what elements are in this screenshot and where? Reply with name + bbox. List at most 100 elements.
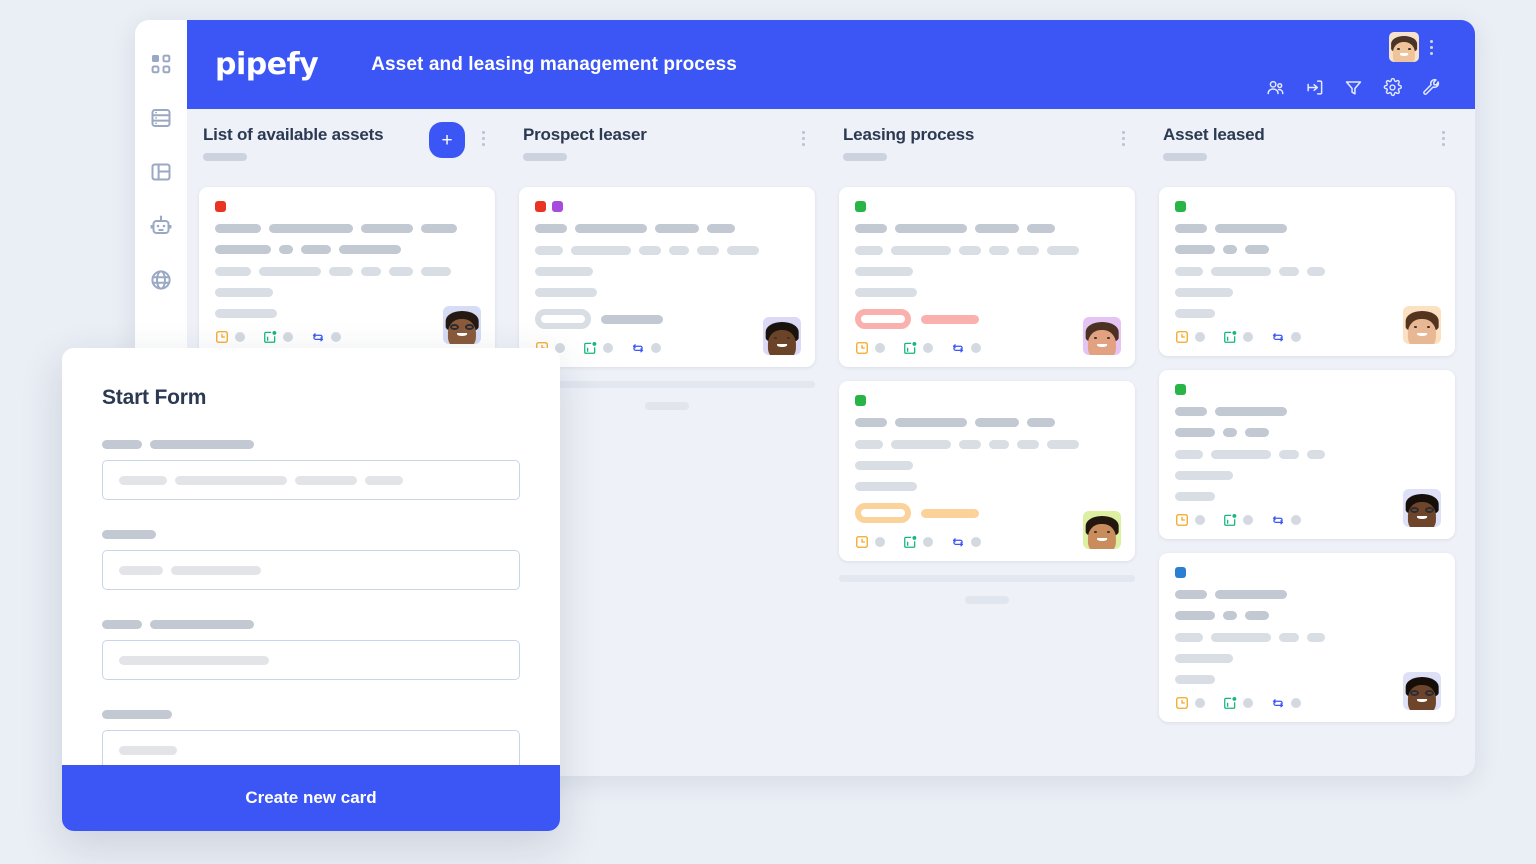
meta-value-placeholder — [603, 343, 613, 353]
database-icon[interactable] — [149, 106, 173, 130]
import-icon[interactable] — [1305, 78, 1324, 97]
form-input-3[interactable] — [102, 640, 520, 680]
card-labels — [1175, 201, 1439, 212]
card-assignee-avatar[interactable] — [763, 317, 801, 355]
checklist-calendar-icon[interactable] — [1223, 696, 1237, 710]
card-labels — [855, 395, 1119, 406]
column-dropzone[interactable] — [519, 381, 815, 410]
card-meta — [1175, 513, 1439, 527]
gear-icon[interactable] — [1383, 78, 1402, 97]
column-header: List of available assets + — [199, 122, 495, 187]
card-body-skeleton — [1175, 450, 1439, 501]
form-input-2[interactable] — [102, 550, 520, 590]
checklist-calendar-icon[interactable] — [903, 341, 917, 355]
checklist-calendar-icon[interactable] — [263, 330, 277, 344]
dropzone-pill — [645, 402, 689, 410]
column-title: Prospect leaser — [523, 125, 647, 144]
card[interactable] — [1159, 187, 1455, 356]
status-badge-text-placeholder — [921, 314, 979, 324]
card-assignee-avatar[interactable] — [1403, 489, 1441, 527]
due-date-clock-icon[interactable] — [855, 341, 869, 355]
form-input-1[interactable] — [102, 460, 520, 500]
label-chip — [535, 201, 546, 212]
meta-value-placeholder — [971, 537, 981, 547]
members-icon[interactable] — [1266, 78, 1285, 97]
label-chip — [552, 201, 563, 212]
card-assignee-avatar[interactable] — [1403, 672, 1441, 710]
add-card-button[interactable]: + — [429, 122, 465, 158]
card-badge-row — [855, 503, 1119, 523]
column-more-menu[interactable] — [1435, 127, 1451, 149]
due-date-clock-icon[interactable] — [1175, 696, 1189, 710]
card-badge-row — [535, 309, 799, 329]
connected-cards-icon[interactable] — [311, 330, 325, 344]
grid-dashboard-icon[interactable] — [149, 52, 173, 76]
card[interactable] — [1159, 553, 1455, 722]
field-label-placeholder — [102, 710, 520, 719]
avatar[interactable] — [1389, 32, 1419, 62]
card-assignee-avatar[interactable] — [1083, 511, 1121, 549]
card[interactable] — [839, 381, 1135, 561]
column-dropzone[interactable] — [839, 575, 1135, 604]
robot-automation-icon[interactable] — [149, 214, 173, 238]
card[interactable] — [519, 187, 815, 367]
meta-value-placeholder — [1195, 332, 1205, 342]
column-leasing-process: Leasing process — [827, 125, 1147, 776]
connected-cards-icon[interactable] — [1271, 696, 1285, 710]
connected-cards-icon[interactable] — [1271, 513, 1285, 527]
status-badge — [535, 309, 591, 329]
connected-cards-icon[interactable] — [951, 535, 965, 549]
card-body-skeleton — [855, 246, 1119, 297]
card-title-skeleton — [855, 224, 1119, 233]
checklist-calendar-icon[interactable] — [1223, 513, 1237, 527]
meta-value-placeholder — [235, 332, 245, 342]
card[interactable] — [199, 187, 495, 356]
card-assignee-avatar[interactable] — [1083, 317, 1121, 355]
due-date-clock-icon[interactable] — [215, 330, 229, 344]
due-date-clock-icon[interactable] — [855, 535, 869, 549]
column-title: Leasing process — [843, 125, 975, 144]
globe-icon[interactable] — [149, 268, 173, 292]
card[interactable] — [1159, 370, 1455, 539]
connected-cards-icon[interactable] — [951, 341, 965, 355]
card-labels — [1175, 384, 1439, 395]
column-more-menu[interactable] — [475, 127, 491, 149]
field-label-placeholder — [102, 440, 520, 449]
card-labels — [535, 201, 799, 212]
meta-value-placeholder — [1243, 698, 1253, 708]
pipefy-logo: pipefy — [215, 47, 319, 82]
status-badge — [855, 309, 911, 329]
meta-value-placeholder — [1195, 515, 1205, 525]
meta-value-placeholder — [1291, 332, 1301, 342]
create-new-card-button[interactable]: Create new card — [62, 765, 560, 831]
checklist-calendar-icon[interactable] — [583, 341, 597, 355]
column-more-menu[interactable] — [795, 127, 811, 149]
wrench-icon[interactable] — [1422, 78, 1441, 97]
card-body-skeleton — [855, 440, 1119, 491]
filter-icon[interactable] — [1344, 78, 1363, 97]
card-assignee-avatar[interactable] — [1403, 306, 1441, 344]
label-chip — [215, 201, 226, 212]
checklist-calendar-icon[interactable] — [903, 535, 917, 549]
header-more-menu[interactable] — [1423, 36, 1439, 58]
start-form-body: Start Form — [62, 348, 560, 770]
card-labels — [1175, 567, 1439, 578]
column-header: Prospect leaser — [519, 125, 815, 187]
card-meta — [215, 330, 479, 344]
card-body-skeleton — [1175, 633, 1439, 684]
form-input-4[interactable] — [102, 730, 520, 770]
connected-cards-icon[interactable] — [631, 341, 645, 355]
field-label-placeholder — [102, 620, 520, 629]
label-chip — [855, 395, 866, 406]
due-date-clock-icon[interactable] — [1175, 330, 1189, 344]
connected-cards-icon[interactable] — [1271, 330, 1285, 344]
board-layout-icon[interactable] — [149, 160, 173, 184]
column-more-menu[interactable] — [1115, 127, 1131, 149]
checklist-calendar-icon[interactable] — [1223, 330, 1237, 344]
dropzone-line — [519, 381, 815, 388]
due-date-clock-icon[interactable] — [1175, 513, 1189, 527]
meta-value-placeholder — [1291, 515, 1301, 525]
card[interactable] — [839, 187, 1135, 367]
card-assignee-avatar[interactable] — [443, 306, 481, 344]
form-field-group — [102, 620, 520, 680]
